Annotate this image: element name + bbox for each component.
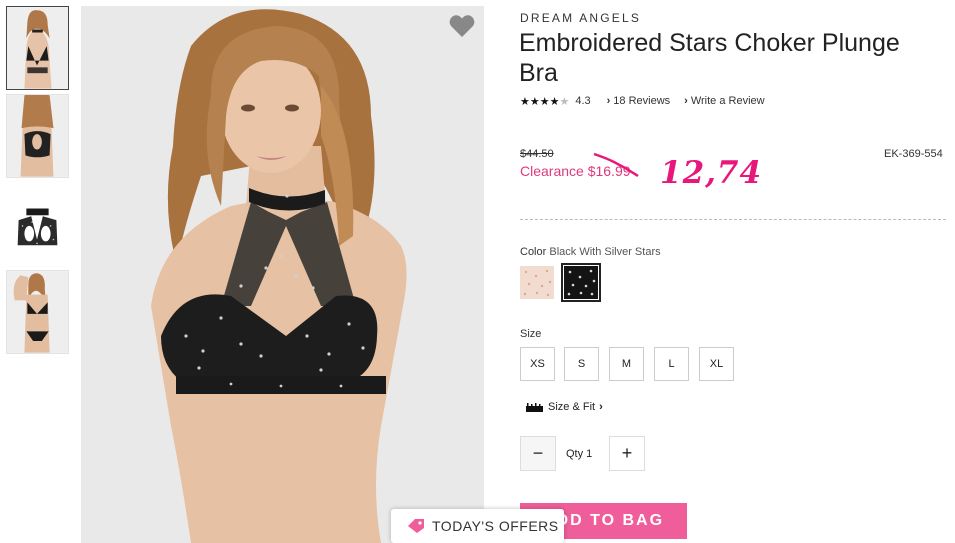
todays-offers-label: TODAY'S OFFERS	[432, 518, 559, 534]
handwritten-price: 12,74	[660, 155, 763, 191]
selected-color-value: Black With Silver Stars	[549, 246, 661, 258]
write-review-link[interactable]: › Write a Review	[684, 95, 764, 107]
thumbnail-back-image	[7, 95, 68, 177]
rating-value: 4.3	[575, 95, 591, 107]
color-label-text: Color	[520, 246, 547, 258]
thumbnail-front-image	[7, 7, 68, 89]
reviews-link[interactable]: › 18 Reviews	[607, 95, 671, 107]
color-swatch-black-silver-stars[interactable]	[561, 263, 601, 302]
chevron-right-icon: ›	[599, 401, 603, 413]
write-review-label: Write a Review	[690, 95, 765, 107]
reviews-link-label: 18 Reviews	[613, 95, 671, 107]
quantity-increase-button[interactable]: +	[609, 436, 645, 471]
heart-icon[interactable]	[449, 14, 475, 38]
model-photo	[81, 6, 484, 543]
chevron-right-icon: ›	[606, 95, 611, 107]
size-fit-link[interactable]: Size & Fit ›	[526, 401, 606, 413]
size-option-xs[interactable]: XS	[520, 347, 555, 381]
clearance-price: Clearance $16.99	[520, 163, 631, 179]
color-swatch-nude[interactable]	[520, 266, 554, 299]
size-fit-label: Size & Fit	[548, 401, 596, 413]
tag-icon	[408, 519, 424, 533]
star-half-icon: ★	[559, 95, 570, 108]
section-divider	[520, 219, 946, 220]
original-price: $44.50	[520, 148, 554, 160]
size-option-l[interactable]: L	[654, 347, 689, 381]
ruler-icon	[526, 402, 543, 412]
product-title: Embroidered Stars Choker Plunge Bra	[519, 29, 900, 87]
quantity-decrease-button[interactable]: −	[520, 436, 556, 471]
thumbnail-product-image	[7, 183, 68, 265]
quantity-value: Qty 1	[566, 448, 593, 460]
swatch-black-pattern	[564, 266, 598, 299]
todays-offers-button[interactable]: TODAY'S OFFERS	[391, 509, 564, 543]
color-label: Color Black With Silver Stars	[520, 246, 661, 258]
thumbnail-full-body[interactable]	[6, 270, 69, 354]
chevron-right-icon: ›	[684, 95, 688, 107]
size-option-m[interactable]: M	[609, 347, 644, 381]
product-sku: EK-369-554	[884, 148, 943, 160]
size-label: Size	[520, 328, 542, 340]
swatch-nude-pattern	[520, 266, 554, 299]
brand-name: DREAM ANGELS	[520, 11, 642, 25]
size-option-s[interactable]: S	[564, 347, 599, 381]
star-rating-icons: ★★★★★	[520, 95, 569, 108]
thumbnail-product[interactable]	[6, 182, 69, 266]
main-product-image[interactable]	[81, 6, 484, 543]
star-icon: ★★★★	[520, 95, 560, 108]
thumbnail-full-body-image	[7, 271, 68, 353]
rating-row: ★★★★★ 4.3 › 18 Reviews › Write a Review	[520, 94, 765, 108]
thumbnail-back[interactable]	[6, 94, 69, 178]
size-option-xl[interactable]: XL	[699, 347, 734, 381]
thumbnail-front[interactable]	[6, 6, 69, 90]
